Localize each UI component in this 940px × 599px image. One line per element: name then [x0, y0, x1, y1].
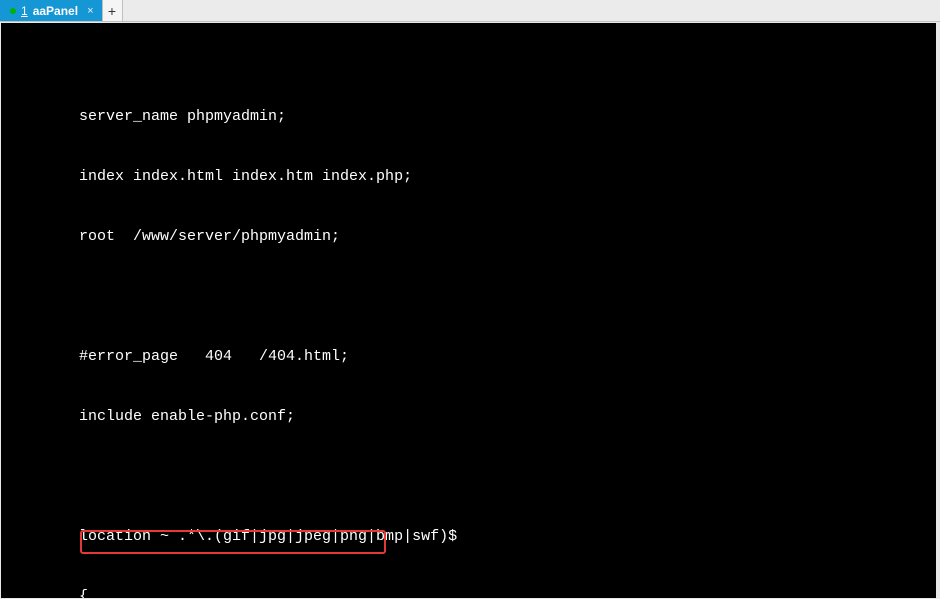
code-line: root /www/server/phpmyadmin; — [7, 227, 930, 247]
code-line: index index.html index.htm index.php; — [7, 167, 930, 187]
code-line: location ~ .*\.(gif|jpg|jpeg|png|bmp|swf… — [7, 527, 930, 547]
terminal[interactable]: server_name phpmyadmin; index index.html… — [1, 23, 936, 598]
tab-bar: 1 aaPanel × + — [0, 0, 940, 22]
code-line: include enable-php.conf; — [7, 407, 930, 427]
close-icon[interactable]: × — [83, 5, 93, 17]
tab-status-dot — [10, 8, 16, 14]
tab-label: aaPanel — [33, 4, 78, 18]
plus-icon: + — [108, 3, 116, 19]
code-line: server_name phpmyadmin; — [7, 107, 930, 127]
tab-aapanel[interactable]: 1 aaPanel × — [0, 0, 103, 21]
new-tab-button[interactable]: + — [103, 0, 123, 21]
tab-number: 1 — [21, 4, 28, 18]
code-line — [7, 287, 930, 307]
code-line: { — [7, 587, 930, 598]
code-line: #error_page 404 /404.html; — [7, 347, 930, 367]
code-line — [7, 467, 930, 487]
terminal-content: server_name phpmyadmin; index index.html… — [7, 67, 930, 598]
